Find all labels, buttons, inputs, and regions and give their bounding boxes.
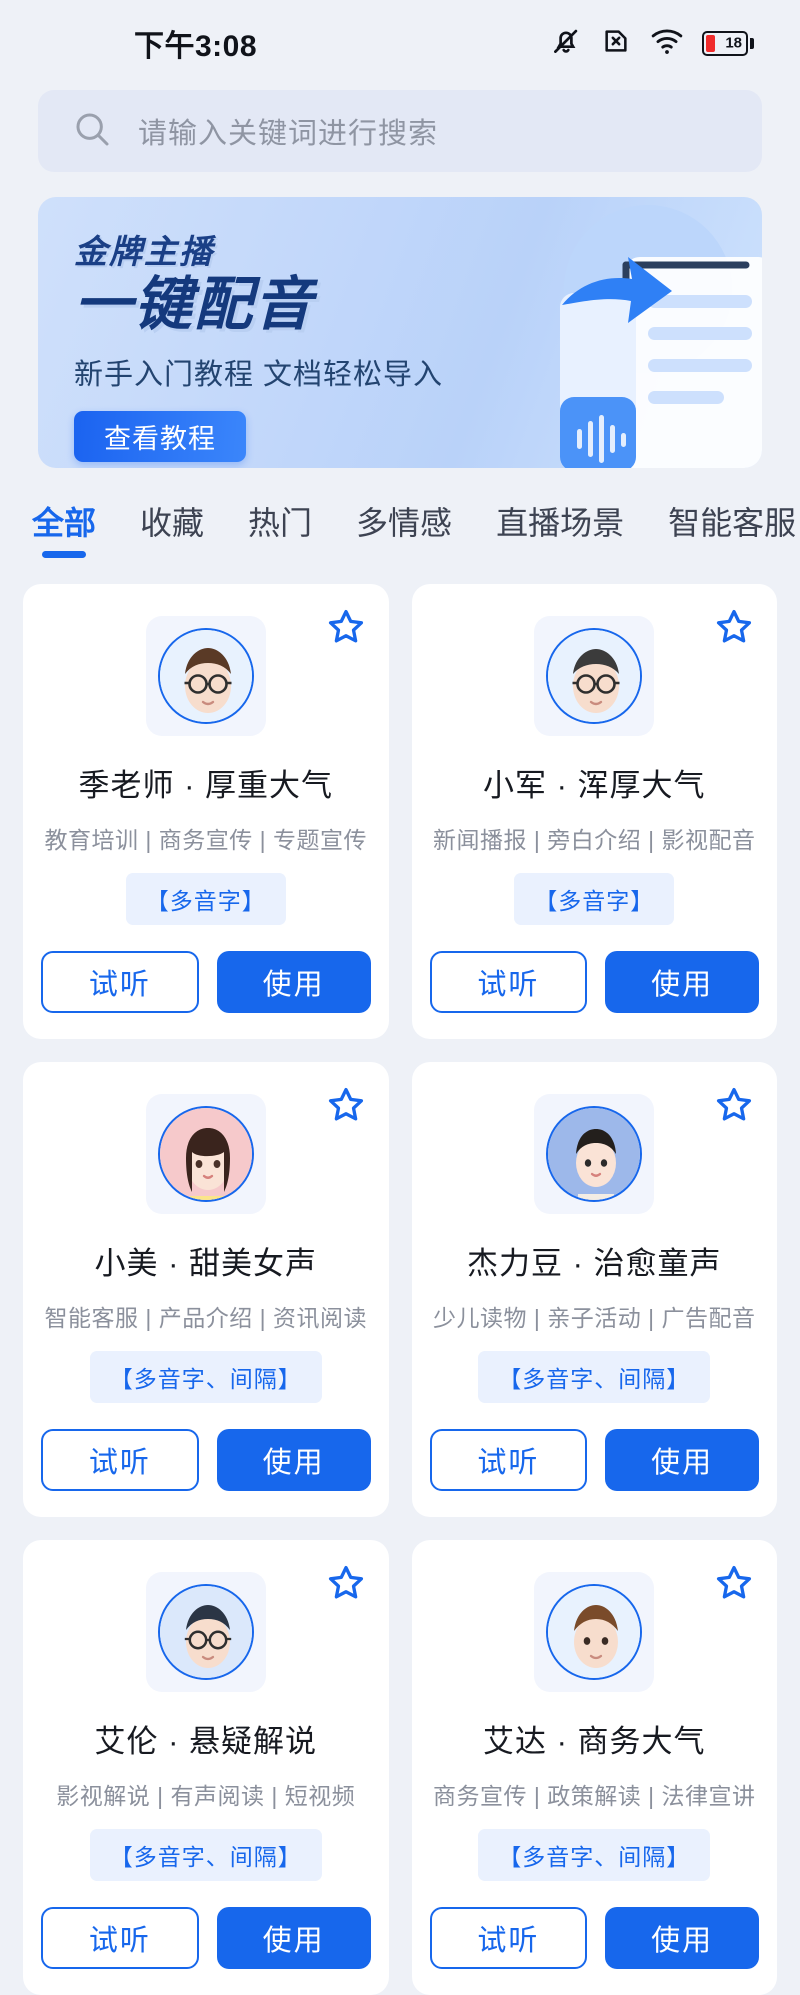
avatar (546, 628, 643, 724)
use-button[interactable]: 使用 (216, 1429, 371, 1491)
use-button[interactable]: 使用 (216, 951, 371, 1013)
avatar (157, 628, 254, 724)
tab-favorites[interactable]: 收藏 (140, 498, 204, 558)
tab-all[interactable]: 全部 (32, 498, 96, 558)
tab-multi-emotion[interactable]: 多情感 (356, 498, 452, 558)
avatar (157, 1106, 254, 1202)
status-icons: 18 (549, 24, 754, 63)
voice-scenes: 商务宣传 | 政策解读 | 法律宣讲 (432, 1783, 756, 1809)
preview-button[interactable]: 试听 (429, 1429, 588, 1491)
view-tutorial-button[interactable]: 查看教程 (74, 410, 246, 462)
card-actions: 试听 使用 (41, 951, 371, 1013)
favorite-star-icon[interactable] (325, 606, 367, 648)
battery-icon: 18 (702, 30, 754, 56)
voice-feature-badge: 【多音字】 (125, 873, 286, 925)
document-import-illustration (560, 205, 762, 468)
card-actions: 试听 使用 (429, 1907, 759, 1969)
search-section: 请输入关键词进行搜索 (0, 90, 800, 172)
favorite-star-icon[interactable] (325, 1084, 367, 1126)
use-button[interactable]: 使用 (605, 1429, 759, 1491)
voice-card[interactable]: 艾达 · 商务大气 商务宣传 | 政策解读 | 法律宣讲 【多音字、间隔】 试听… (411, 1540, 777, 1995)
card-actions: 试听 使用 (429, 951, 759, 1013)
voice-card-grid: 季老师 · 厚重大气 教育培训 | 商务宣传 | 专题宣传 【多音字】 试听 使… (0, 584, 800, 1995)
voice-scenes: 智能客服 | 产品介绍 | 资讯阅读 (44, 1305, 367, 1331)
category-tabs: 全部 收藏 热门 多情感 直播场景 智能客服 (0, 498, 800, 570)
wifi-icon (649, 25, 685, 62)
voice-scenes: 教育培训 | 商务宣传 | 专题宣传 (44, 827, 367, 853)
voice-name: 小美 · 甜美女声 (94, 1246, 318, 1281)
avatar (546, 1584, 643, 1680)
voice-name: 小军 · 浑厚大气 (482, 768, 706, 803)
avatar-frame (145, 1572, 266, 1692)
voice-name: 艾伦 · 悬疑解说 (94, 1724, 318, 1759)
voice-name: 季老师 · 厚重大气 (78, 768, 334, 803)
use-button[interactable]: 使用 (605, 951, 759, 1013)
avatar-frame (534, 1094, 655, 1214)
voice-name: 艾达 · 商务大气 (482, 1724, 706, 1759)
favorite-star-icon[interactable] (713, 1562, 755, 1604)
badge-row: 【多音字、间隔】 (430, 1351, 760, 1403)
preview-button[interactable]: 试听 (41, 951, 199, 1013)
voice-card[interactable]: 小美 · 甜美女声 智能客服 | 产品介绍 | 资讯阅读 【多音字、间隔】 试听… (23, 1062, 389, 1517)
badge-row: 【多音字】 (430, 873, 760, 925)
badge-row: 【多音字、间隔】 (41, 1829, 371, 1881)
voice-feature-badge: 【多音字、间隔】 (89, 1829, 322, 1881)
favorite-star-icon[interactable] (713, 1084, 755, 1126)
card-actions: 试听 使用 (41, 1907, 371, 1969)
voice-feature-badge: 【多音字、间隔】 (478, 1351, 711, 1403)
badge-row: 【多音字、间隔】 (430, 1829, 760, 1881)
avatar-frame (534, 1572, 655, 1692)
banner-kicker: 金牌主播 (74, 233, 214, 270)
status-bar: 下午3:08 18 (0, 0, 800, 86)
voice-name: 杰力豆 · 治愈童声 (466, 1246, 722, 1281)
voice-card[interactable]: 艾伦 · 悬疑解说 影视解说 | 有声阅读 | 短视频 【多音字、间隔】 试听 … (23, 1540, 389, 1995)
banner-text-block: 金牌主播 一键配音 新手入门教程 文档轻松导入 查看教程 (74, 235, 443, 462)
use-button[interactable]: 使用 (605, 1907, 759, 1969)
preview-button[interactable]: 试听 (41, 1429, 199, 1491)
voice-card[interactable]: 季老师 · 厚重大气 教育培训 | 商务宣传 | 专题宣传 【多音字】 试听 使… (23, 584, 389, 1039)
badge-row: 【多音字】 (41, 873, 371, 925)
tab-smart-service[interactable]: 智能客服 (668, 498, 796, 558)
avatar-frame (534, 616, 655, 736)
badge-row: 【多音字、间隔】 (41, 1351, 371, 1403)
preview-button[interactable]: 试听 (429, 1907, 588, 1969)
tab-hot[interactable]: 热门 (248, 498, 312, 558)
card-actions: 试听 使用 (429, 1429, 759, 1491)
avatar-frame (145, 1094, 266, 1214)
favorite-star-icon[interactable] (325, 1562, 367, 1604)
voice-scenes: 少儿读物 | 亲子活动 | 广告配音 (432, 1305, 756, 1331)
banner-subtitle: 新手入门教程 文档轻松导入 (74, 358, 444, 391)
voice-feature-badge: 【多音字】 (514, 873, 675, 925)
search-icon (72, 109, 112, 154)
mute-bell-icon (549, 24, 583, 63)
status-time: 下午3:08 (134, 30, 258, 63)
voice-card[interactable]: 小军 · 浑厚大气 新闻播报 | 旁白介绍 | 影视配音 【多音字】 试听 使用 (411, 584, 777, 1039)
tab-live-scene[interactable]: 直播场景 (496, 498, 624, 558)
voice-scenes: 新闻播报 | 旁白介绍 | 影视配音 (432, 827, 756, 853)
favorite-star-icon[interactable] (713, 606, 755, 648)
avatar (157, 1584, 254, 1680)
voice-feature-badge: 【多音字、间隔】 (89, 1351, 322, 1403)
card-actions: 试听 使用 (41, 1429, 371, 1491)
voice-card[interactable]: 杰力豆 · 治愈童声 少儿读物 | 亲子活动 | 广告配音 【多音字、间隔】 试… (411, 1062, 777, 1517)
battery-level: 18 (725, 34, 742, 52)
search-input[interactable]: 请输入关键词进行搜索 (38, 90, 762, 172)
voice-scenes: 影视解说 | 有声阅读 | 短视频 (56, 1783, 356, 1809)
avatar (546, 1106, 643, 1202)
promo-banner[interactable]: 金牌主播 一键配音 新手入门教程 文档轻松导入 查看教程 (38, 197, 762, 468)
avatar-frame (145, 616, 266, 736)
search-placeholder: 请输入关键词进行搜索 (138, 118, 439, 150)
preview-button[interactable]: 试听 (429, 951, 588, 1013)
voice-feature-badge: 【多音字、间隔】 (478, 1829, 711, 1881)
promo-banner-section: 金牌主播 一键配音 新手入门教程 文档轻松导入 查看教程 (0, 197, 800, 468)
preview-button[interactable]: 试听 (41, 1907, 199, 1969)
banner-title: 一键配音 (74, 272, 315, 337)
use-button[interactable]: 使用 (216, 1907, 371, 1969)
sim-x-icon (600, 25, 632, 62)
